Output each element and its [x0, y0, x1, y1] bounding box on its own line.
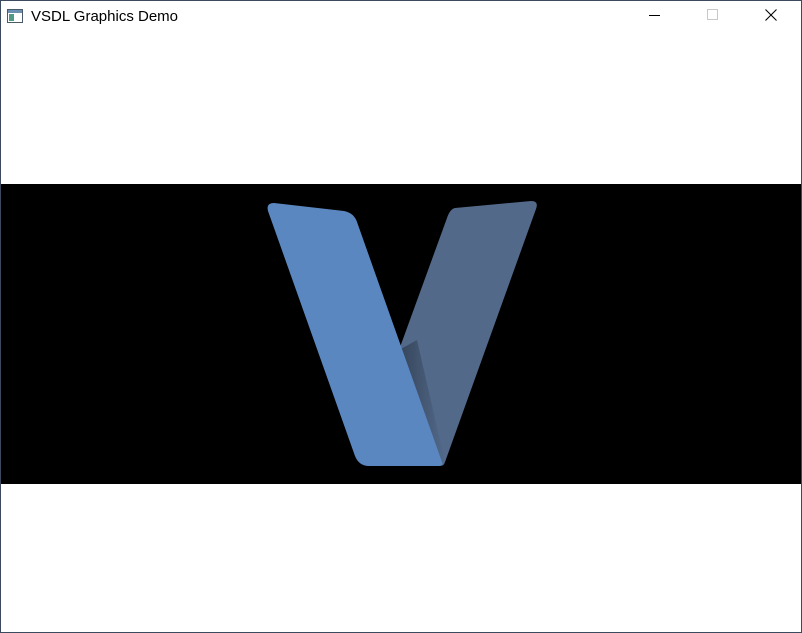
close-icon [765, 8, 777, 26]
minimize-icon [649, 8, 661, 26]
app-window: VSDL Graphics Demo [0, 0, 802, 633]
window-app-icon[interactable] [7, 9, 23, 23]
close-button[interactable] [742, 1, 800, 32]
v-logo [267, 201, 537, 466]
maximize-button[interactable] [684, 1, 742, 32]
render-surface[interactable] [1, 32, 801, 632]
maximize-icon [707, 8, 719, 26]
title-bar[interactable]: VSDL Graphics Demo [1, 1, 801, 32]
minimize-button[interactable] [626, 1, 684, 32]
window-title: VSDL Graphics Demo [31, 8, 178, 25]
letterbox-viewport [1, 184, 801, 484]
